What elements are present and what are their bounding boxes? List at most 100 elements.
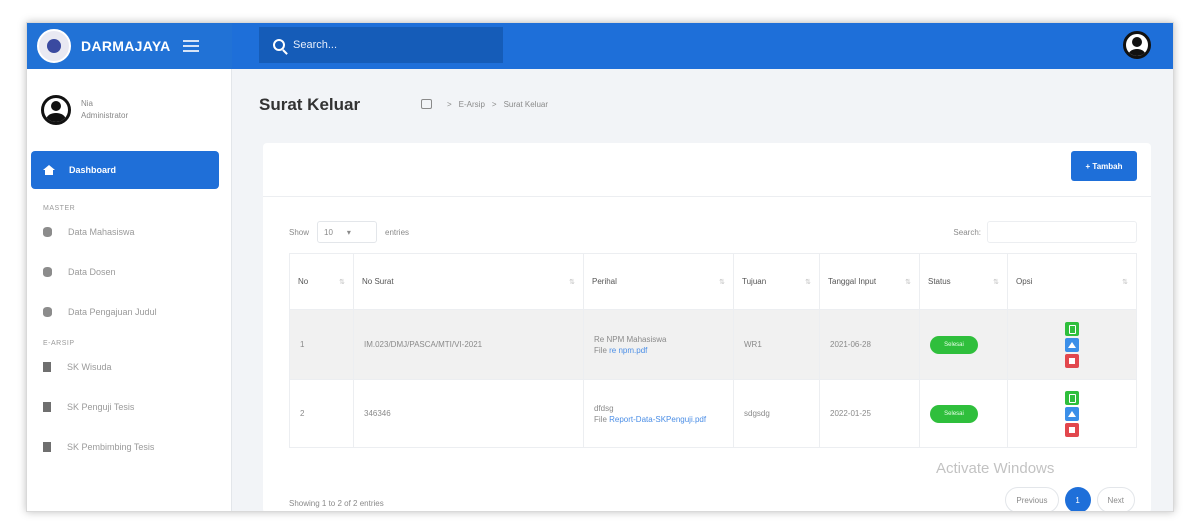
app-window: DARMAJAYA Nia Administrator Dashboard MA… (26, 22, 1174, 512)
cell-no: 1 (289, 309, 354, 380)
cell-tujuan: WR1 (733, 309, 820, 380)
sidebar-user: Nia Administrator (27, 69, 231, 137)
pagination: Previous 1 Next (1005, 487, 1135, 511)
sort-icon: ⇅ (719, 279, 725, 286)
sidebar-item-label: SK Penguji Tesis (67, 402, 135, 412)
home-icon[interactable] (421, 99, 432, 109)
cell-status: Selesai (919, 379, 1008, 448)
sidebar-item-label: SK Wisuda (67, 362, 112, 372)
perihal-text: Re NPM Mahasiswa (594, 334, 667, 344)
cell-perihal: dfdsg File Report-Data-SKPenguji.pdf (583, 379, 734, 448)
file-prefix: File (594, 345, 607, 355)
university-logo-icon (37, 29, 71, 63)
column-header-no[interactable]: No ⇅ (289, 253, 354, 310)
sidebar-item-sk-wisuda[interactable]: SK Wisuda (27, 347, 231, 387)
cell-opsi (1007, 379, 1137, 448)
surat-keluar-table: No ⇅ No Surat ⇅ Perihal ⇅ Tujuan ⇅ Tanggal I… (289, 253, 1137, 448)
sidebar-section-master: MASTER (43, 205, 76, 212)
entries-length-control: Show 10 ▾ entries (289, 221, 409, 243)
home-icon (43, 165, 55, 175)
status-badge: Selesai (930, 335, 978, 354)
entries-label: entries (385, 227, 410, 237)
cell-tanggal: 2022-01-25 (819, 379, 920, 448)
surat-keluar-card: + Tambah Show 10 ▾ entries Search: No ⇅ N… (263, 143, 1151, 511)
cell-tujuan: sdgsdg (733, 379, 820, 448)
document-icon (43, 362, 51, 372)
user-name: Nia (81, 99, 94, 108)
user-avatar-icon[interactable] (1123, 31, 1151, 59)
column-header-tujuan[interactable]: Tujuan ⇅ (733, 253, 820, 310)
search-input[interactable] (293, 39, 493, 51)
table-row: 1 IM.023/DMJ/PASCA/MTI/VI-2021 Re NPM Ma… (289, 309, 1137, 380)
cell-no-surat: IM.023/DMJ/PASCA/MTI/VI-2021 (353, 309, 584, 380)
database-icon (43, 227, 52, 237)
delete-icon[interactable] (1065, 422, 1079, 437)
sidebar-item-data-dosen[interactable]: Data Dosen (27, 252, 231, 292)
document-icon (43, 402, 51, 412)
sidebar-item-label: SK Pembimbing Tesis (67, 442, 155, 452)
file-link[interactable]: re npm.pdf (609, 346, 647, 355)
cell-no-surat: 346346 (353, 379, 584, 448)
sidebar-item-label: Dashboard (69, 165, 117, 175)
cell-status: Selesai (919, 309, 1008, 380)
column-header-status[interactable]: Status ⇅ (919, 253, 1008, 310)
menu-toggle-icon[interactable] (182, 40, 199, 52)
perihal-text: dfdsg (594, 403, 614, 413)
page-title: Surat Keluar (259, 95, 361, 114)
file-prefix: File (594, 414, 607, 424)
sidebar-section-earsip: E-ARSIP (43, 340, 75, 347)
table-search-input[interactable] (987, 221, 1137, 243)
chevron-right-icon: > (447, 99, 452, 109)
column-header-perihal[interactable]: Perihal ⇅ (583, 253, 734, 310)
sort-icon: ⇅ (905, 279, 911, 286)
cell-opsi (1007, 309, 1137, 380)
entries-select[interactable]: 10 ▾ (317, 221, 378, 243)
cell-perihal: Re NPM Mahasiswa File re npm.pdf (583, 309, 734, 380)
sidebar-item-dashboard[interactable]: Dashboard (31, 151, 219, 189)
breadcrumb-item-current: Surat Keluar (503, 99, 549, 109)
sort-icon: ⇅ (993, 279, 999, 286)
sort-icon: ⇅ (805, 279, 811, 286)
search-icon (273, 39, 285, 51)
sort-icon: ⇅ (1122, 279, 1128, 286)
cell-no: 2 (289, 379, 354, 448)
global-search (259, 27, 503, 63)
status-badge: Selesai (930, 404, 978, 423)
sort-icon: ⇅ (569, 279, 575, 286)
column-header-no-surat[interactable]: No Surat ⇅ (353, 253, 584, 310)
file-link[interactable]: Report-Data-SKPenguji.pdf (609, 415, 706, 424)
next-page-button[interactable]: Next (1096, 487, 1135, 511)
breadcrumb: > E-Arsip > Surat Keluar (421, 99, 548, 109)
chevron-down-icon: ▾ (346, 227, 351, 237)
avatar (41, 95, 71, 125)
sidebar-item-data-pengajuan-judul[interactable]: Data Pengajuan Judul (27, 292, 231, 332)
sidebar-item-data-mahasiswa[interactable]: Data Mahasiswa (27, 212, 231, 252)
edit-icon[interactable] (1065, 390, 1079, 405)
previous-page-button[interactable]: Previous (1005, 487, 1059, 511)
user-role: Administrator (81, 111, 129, 120)
upload-icon[interactable] (1065, 337, 1079, 352)
delete-icon[interactable] (1065, 353, 1079, 368)
database-icon (43, 307, 52, 317)
sidebar-item-label: Data Dosen (68, 267, 116, 277)
column-header-tanggal-input[interactable]: Tanggal Input ⇅ (819, 253, 920, 310)
cell-tanggal: 2021-06-28 (819, 309, 920, 380)
table-row: 2 346346 dfdsg File Report-Data-SKPenguj… (289, 379, 1137, 448)
sort-icon: ⇅ (339, 279, 345, 286)
add-button[interactable]: + Tambah (1071, 151, 1137, 181)
page-button-current[interactable]: 1 (1064, 487, 1091, 511)
brand-area: DARMAJAYA (27, 23, 232, 69)
entries-value: 10 (324, 227, 333, 237)
show-label: Show (289, 227, 310, 237)
upload-icon[interactable] (1065, 406, 1079, 421)
breadcrumb-item-earsip[interactable]: E-Arsip (459, 100, 485, 109)
sidebar-item-sk-pembimbing-tesis[interactable]: SK Pembimbing Tesis (27, 427, 231, 467)
sidebar-item-label: Data Mahasiswa (68, 227, 135, 237)
database-icon (43, 267, 52, 277)
edit-icon[interactable] (1065, 321, 1079, 336)
column-header-opsi[interactable]: Opsi ⇅ (1007, 253, 1137, 310)
sidebar-item-sk-penguji-tesis[interactable]: SK Penguji Tesis (27, 387, 231, 427)
sidebar-item-label: Data Pengajuan Judul (68, 307, 157, 317)
table-info: Showing 1 to 2 of 2 entries (289, 499, 384, 508)
sidebar: Nia Administrator Dashboard MASTER Data … (27, 69, 232, 511)
